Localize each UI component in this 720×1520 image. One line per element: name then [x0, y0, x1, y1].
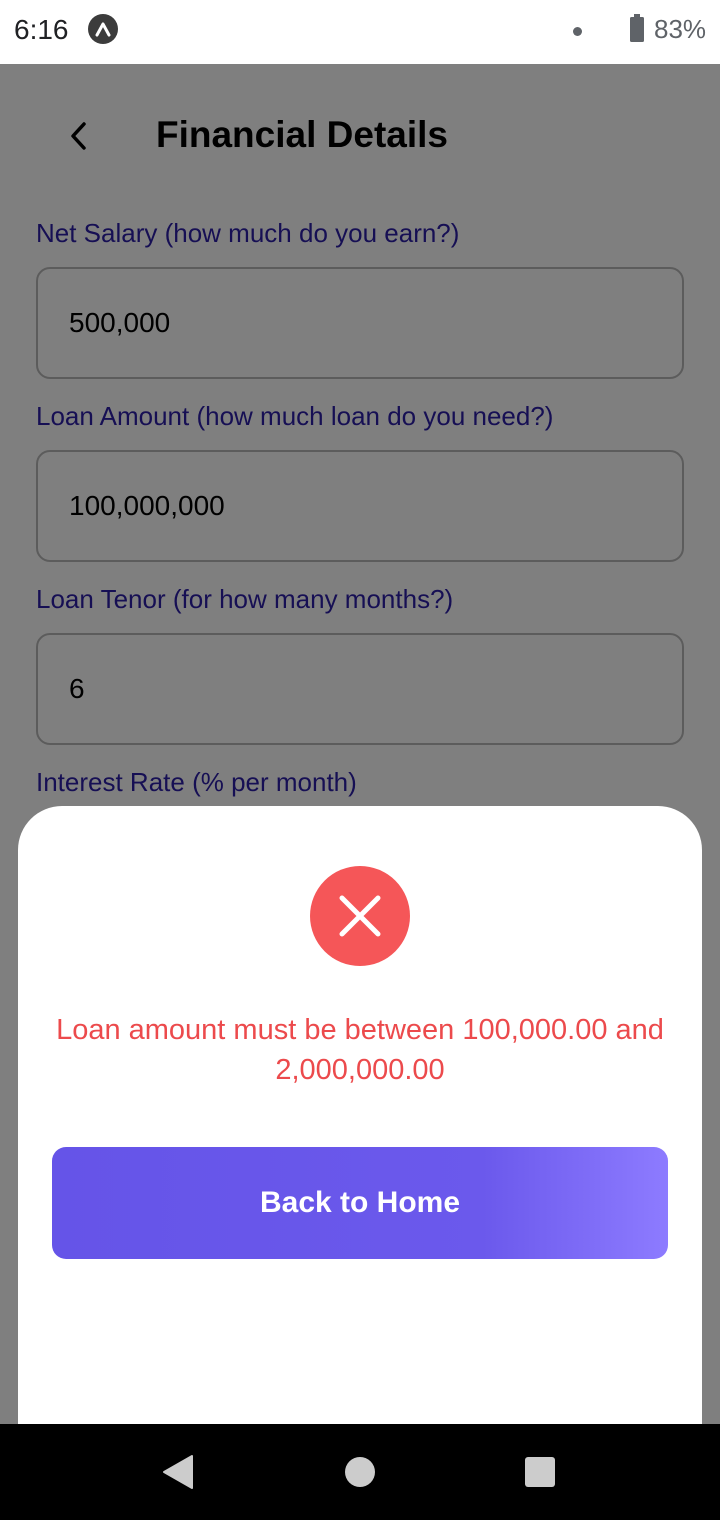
notification-dot-icon	[573, 27, 582, 36]
nav-recents-icon[interactable]	[525, 1457, 555, 1487]
error-x-icon	[310, 866, 410, 966]
battery-icon	[630, 14, 644, 42]
status-bar: 6:16 83%	[0, 0, 720, 64]
nav-back-icon[interactable]	[162, 1454, 194, 1490]
back-to-home-button[interactable]: Back to Home	[52, 1147, 668, 1259]
error-modal: Loan amount must be between 100,000.00 a…	[18, 806, 702, 1446]
app-notification-icon	[88, 14, 118, 44]
status-time: 6:16	[14, 14, 69, 45]
screen: 6:16 83% Financial Details Net Salary (h…	[0, 0, 720, 1520]
nav-home-icon[interactable]	[345, 1457, 375, 1487]
battery-percent: 83%	[654, 14, 707, 44]
navigation-bar	[0, 1424, 720, 1520]
error-message: Loan amount must be between 100,000.00 a…	[56, 1014, 664, 1086]
